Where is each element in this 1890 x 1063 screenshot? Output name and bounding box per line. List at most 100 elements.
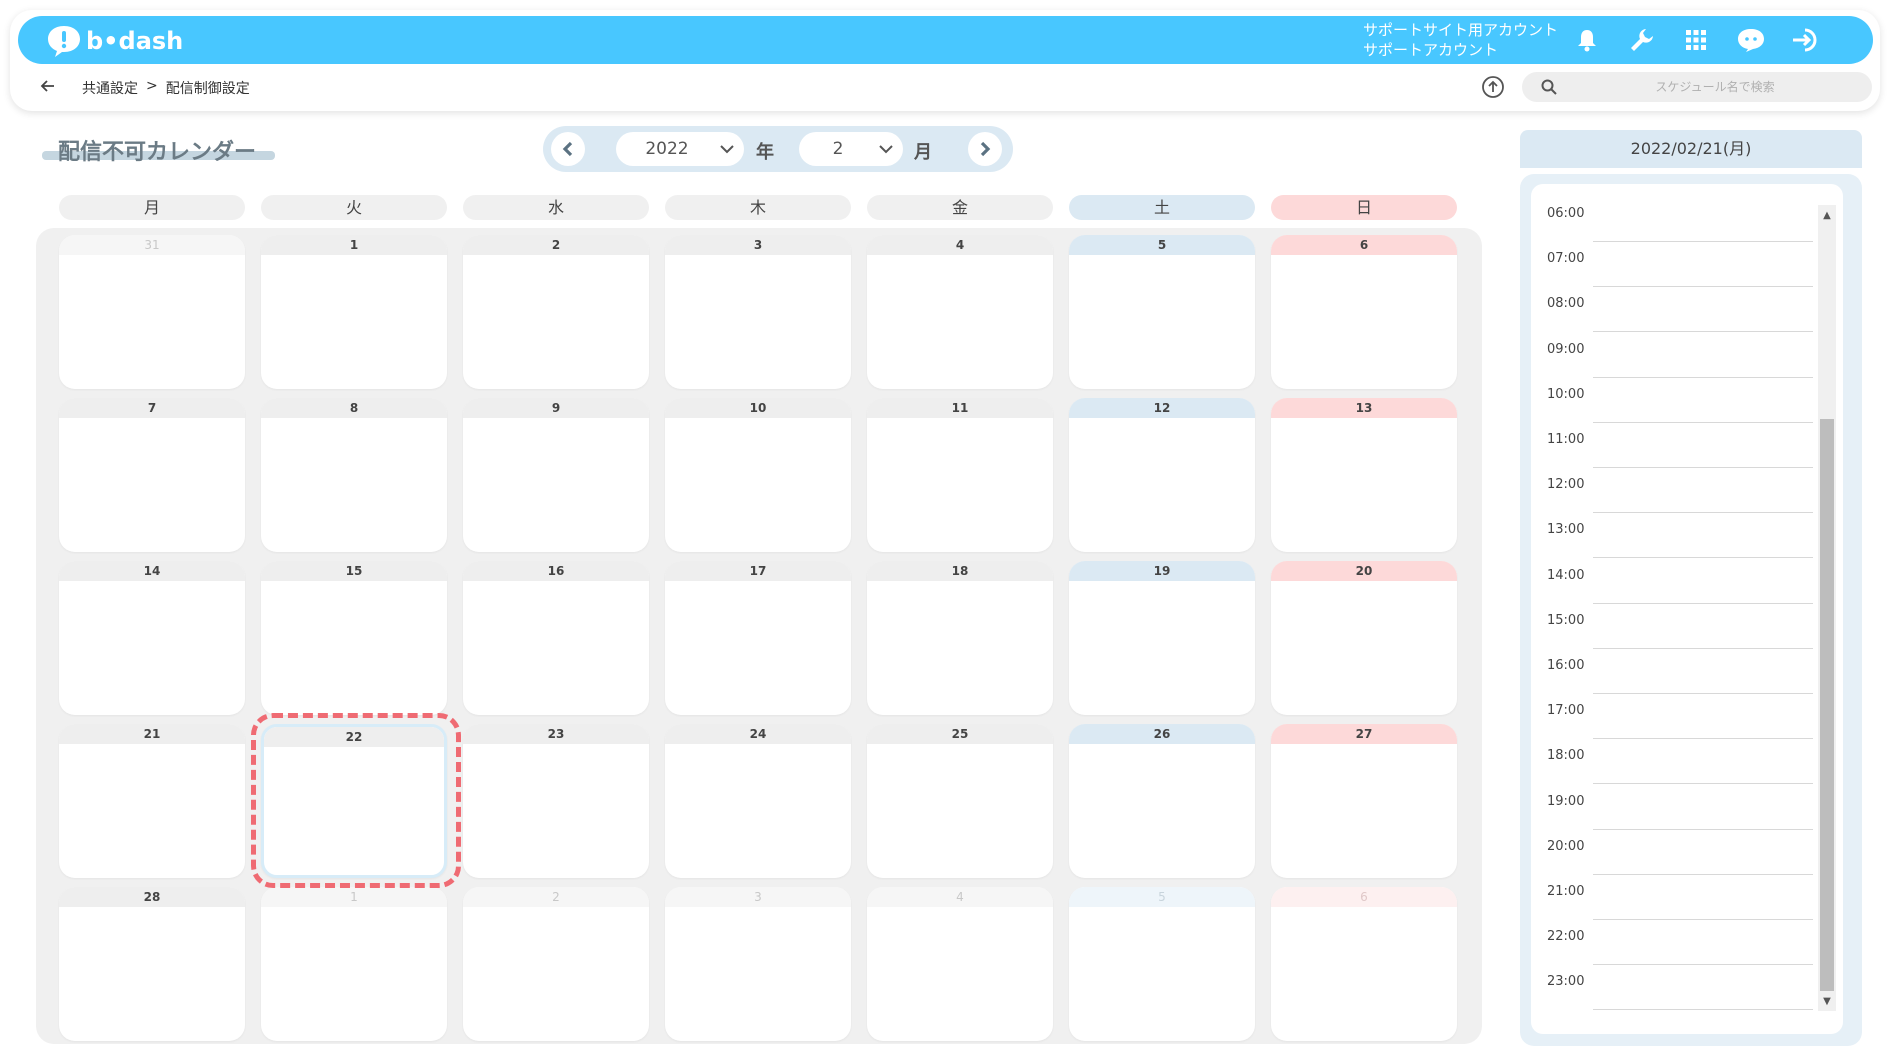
bell-icon[interactable] [1571,24,1603,56]
search-box[interactable] [1522,72,1872,102]
scroll-up-arrow[interactable]: ▲ [1818,211,1836,221]
time-slot[interactable]: 21:00 [1531,884,1831,929]
time-slot[interactable]: 22:00 [1531,929,1831,974]
day-number: 6 [1271,235,1457,255]
time-slot[interactable]: 06:00 [1531,206,1831,251]
day-number: 14 [59,561,245,581]
calendar-day-cell[interactable]: 2 [463,235,649,389]
time-divider [1593,693,1813,694]
calendar-day-cell[interactable]: 22 [261,724,447,878]
calendar-day-cell[interactable]: 21 [59,724,245,878]
time-slot[interactable]: 09:00 [1531,342,1831,387]
time-divider [1593,738,1813,740]
day-number: 10 [665,398,851,418]
time-slot[interactable]: 15:00 [1531,613,1831,658]
time-label: 07:00 [1547,251,1585,267]
next-month-button[interactable] [968,132,1002,166]
day-number: 21 [59,724,245,744]
time-slot[interactable]: 10:00 [1531,387,1831,432]
schedule-timeline[interactable]: 06:00 07:00 08:00 09:00 10:00 11:00 12:00 13:00… [1531,184,1843,1034]
upload-icon[interactable] [1480,74,1506,100]
year-select[interactable]: 2022 [616,132,744,166]
time-divider [1593,828,1813,830]
calendar-day-cell[interactable]: 26 [1069,724,1255,878]
account-info[interactable]: サポートサイト用アカウント サポートアカウント [1363,20,1558,60]
calendar-day-cell[interactable]: 18 [867,561,1053,715]
logo[interactable]: b•dash [46,24,183,58]
calendar-day-cell[interactable]: 5 [1069,887,1255,1041]
time-label: 22:00 [1547,929,1585,945]
chevron-left-icon [562,141,573,157]
calendar-day-cell[interactable]: 5 [1069,235,1255,389]
calendar-day-cell[interactable]: 4 [867,887,1053,1041]
calendar-day-cell[interactable]: 19 [1069,561,1255,715]
calendar-day-cell[interactable]: 14 [59,561,245,715]
scroll-down-arrow[interactable]: ▼ [1818,997,1836,1007]
month-select[interactable]: 2 [799,132,903,166]
time-slot[interactable]: 12:00 [1531,477,1831,522]
calendar-day-cell[interactable]: 16 [463,561,649,715]
calendar-day-cell[interactable]: 11 [867,398,1053,552]
time-slot[interactable]: 11:00 [1531,432,1831,477]
calendar-day-cell[interactable]: 20 [1271,561,1457,715]
calendar-day-cell[interactable]: 12 [1069,398,1255,552]
time-label: 19:00 [1547,793,1585,809]
calendar-day-cell[interactable]: 17 [665,561,851,715]
wrench-icon[interactable] [1626,24,1658,56]
time-slot[interactable]: 23:00 [1531,974,1831,1019]
day-number: 1 [261,887,447,907]
time-slot[interactable]: 19:00 [1531,794,1831,839]
time-slot[interactable]: 16:00 [1531,658,1831,703]
calendar-day-cell[interactable]: 3 [665,235,851,389]
time-slot[interactable]: 07:00 [1531,251,1831,296]
calendar-day-cell[interactable]: 25 [867,724,1053,878]
calendar-day-cell[interactable]: 6 [1271,235,1457,389]
calendar-day-cell[interactable]: 27 [1271,724,1457,878]
time-label: 11:00 [1547,432,1585,447]
calendar-day-cell[interactable]: 10 [665,398,851,552]
scroll-thumb[interactable] [1820,419,1834,991]
calendar-day-cell[interactable]: 1 [261,235,447,389]
calendar-day-cell[interactable]: 2 [463,887,649,1041]
day-number: 4 [867,235,1053,255]
calendar-day-cell[interactable]: 8 [261,398,447,552]
grid-icon[interactable] [1680,24,1712,56]
day-number: 11 [867,398,1053,418]
time-slot[interactable]: 08:00 [1531,296,1831,341]
chat-bubble-icon[interactable] [1735,24,1767,56]
calendar-day-cell[interactable]: 13 [1271,398,1457,552]
time-slot[interactable]: 14:00 [1531,568,1831,613]
calendar-day-cell[interactable]: 23 [463,724,649,878]
breadcrumb-separator: > [146,78,158,94]
calendar-day-cell[interactable]: 28 [59,887,245,1041]
back-arrow-icon[interactable] [38,76,58,96]
schedule-scrollbar[interactable]: ▲ ▼ [1818,205,1836,1011]
breadcrumb-item-common-settings[interactable]: 共通設定 [82,78,138,98]
chevron-down-icon [720,145,734,154]
day-number: 4 [867,887,1053,907]
calendar-day-cell[interactable]: 15 [261,561,447,715]
time-slot[interactable]: 13:00 [1531,522,1831,567]
time-slot[interactable]: 20:00 [1531,839,1831,884]
time-divider [1593,647,1813,649]
calendar-day-cell[interactable]: 9 [463,398,649,552]
calendar-day-cell[interactable]: 7 [59,398,245,552]
logout-icon[interactable] [1790,24,1822,56]
prev-month-button[interactable] [551,132,585,166]
day-number: 2 [463,235,649,255]
time-divider [1593,241,1813,242]
calendar-day-cell[interactable]: 1 [261,887,447,1041]
calendar-day-cell[interactable]: 3 [665,887,851,1041]
calendar-day-cell[interactable]: 6 [1271,887,1457,1041]
calendar-day-cell[interactable]: 31 [59,235,245,389]
time-slot[interactable]: 17:00 [1531,703,1831,748]
calendar-day-cell[interactable]: 24 [665,724,851,878]
top-card: b•dash サポートサイト用アカウント サポートアカウント 共通設定 > 配信… [10,10,1880,111]
time-slot[interactable]: 18:00 [1531,748,1831,793]
search-input[interactable] [1570,72,1860,102]
time-divider [1593,557,1813,559]
calendar-day-cell[interactable]: 4 [867,235,1053,389]
breadcrumb-item-delivery-control: 配信制御設定 [165,81,250,97]
time-label: 06:00 [1547,206,1585,221]
day-number: 9 [463,398,649,418]
